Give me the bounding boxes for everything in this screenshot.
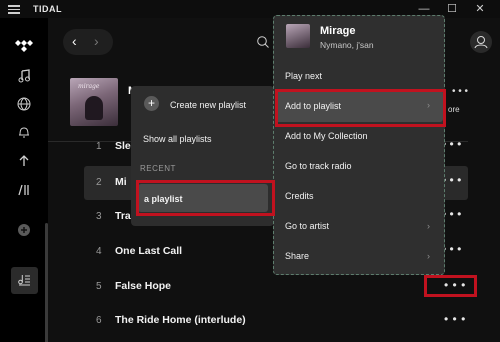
close-button[interactable]: ✕ (472, 1, 488, 17)
queue-icon (14, 270, 34, 290)
track-thumbnail (286, 24, 310, 48)
library-icon[interactable] (14, 180, 34, 200)
track-number: 2 (96, 177, 102, 188)
chevron-right-icon: › (427, 251, 430, 261)
recent-label: RECENT (140, 164, 176, 173)
track-name: Mi (115, 176, 127, 188)
user-icon (474, 36, 488, 49)
more-text[interactable]: ore (448, 105, 460, 114)
app-title: TIDAL (33, 4, 62, 14)
menu-item-share[interactable]: Share (285, 251, 309, 261)
track-row[interactable]: 5 False Hope • • • (48, 270, 468, 304)
globe-icon[interactable] (14, 94, 34, 114)
menu-item-credits[interactable]: Credits (285, 191, 314, 201)
track-number: 1 (96, 141, 102, 152)
bell-icon[interactable] (14, 122, 34, 142)
show-all-playlists-item[interactable]: Show all playlists (143, 134, 263, 144)
annotation-box-add-to-playlist (275, 89, 446, 127)
annotation-box-recent-playlist (136, 180, 275, 216)
track-number: 3 (96, 211, 102, 222)
context-track-title: Mirage (320, 25, 356, 37)
album-art: mirage (70, 78, 118, 126)
header-more-button[interactable]: • • • (452, 86, 468, 97)
menu-item-go-to-artist[interactable]: Go to artist (285, 221, 329, 231)
track-name: One Last Call (115, 245, 183, 257)
annotation-box-more-button (424, 275, 477, 297)
back-chevron-icon[interactable]: ‹ (72, 33, 77, 49)
track-row[interactable]: 6 The Ride Home (interlude) • • • (48, 304, 468, 338)
music-note-icon[interactable] (14, 66, 34, 86)
track-context-menu (273, 15, 445, 275)
track-number: 4 (96, 246, 102, 257)
plus-icon[interactable]: + (144, 96, 159, 111)
track-more-button[interactable]: • • • (444, 312, 466, 326)
forward-chevron-icon[interactable]: › (94, 33, 99, 49)
track-name: The Ride Home (interlude) (115, 314, 246, 326)
back-forward-buttons: ‹ › (63, 29, 113, 55)
left-rail (0, 18, 48, 342)
menu-item-track-radio[interactable]: Go to track radio (285, 161, 352, 171)
album-art-text: mirage (78, 83, 100, 90)
create-playlist-item[interactable]: Create new playlist (170, 100, 280, 110)
add-circle-icon[interactable] (14, 220, 34, 240)
context-track-artists[interactable]: Nymano, j'san (320, 40, 374, 50)
track-number: 5 (96, 281, 102, 292)
upload-arrow-icon[interactable] (14, 151, 34, 171)
chevron-right-icon: › (427, 221, 430, 231)
tidal-logo-icon[interactable] (14, 36, 34, 56)
hamburger-menu-icon[interactable] (8, 3, 20, 14)
profile-button[interactable] (470, 31, 492, 53)
track-number: 6 (96, 315, 102, 326)
maximize-button[interactable]: ☐ (444, 1, 460, 17)
track-name: False Hope (115, 280, 172, 292)
menu-item-play-next[interactable]: Play next (285, 71, 322, 81)
menu-item-add-to-collection[interactable]: Add to My Collection (285, 131, 368, 141)
